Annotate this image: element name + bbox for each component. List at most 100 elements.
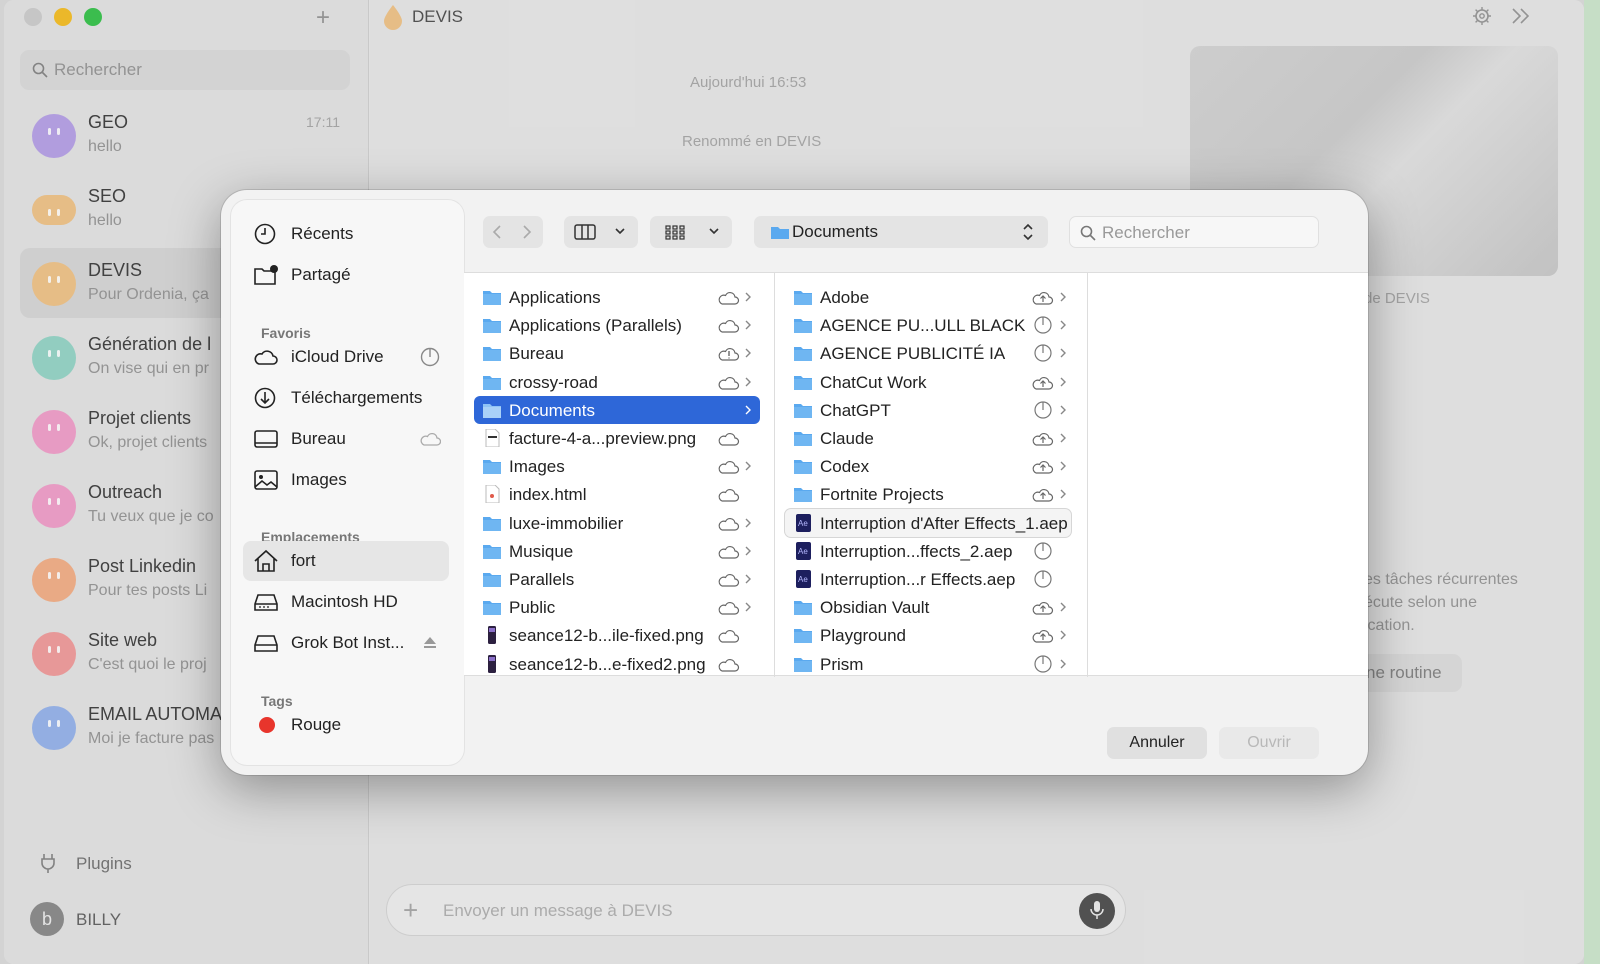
dialog-search-placeholder: Rechercher <box>1102 223 1190 242</box>
folder-row[interactable]: Playground <box>785 621 1071 649</box>
forward-chevron-icon[interactable] <box>521 224 533 240</box>
file-name: Public <box>509 598 556 618</box>
folder-row[interactable]: Parallels <box>474 565 760 593</box>
sidebar-item-icloud[interactable]: iCloud Drive <box>243 337 449 377</box>
folder-icon <box>483 319 501 334</box>
download-icon <box>254 387 276 409</box>
folder-row[interactable]: Applications <box>474 283 760 311</box>
chevron-right-icon <box>745 461 751 471</box>
sidebar-item-label: Macintosh HD <box>291 592 398 611</box>
folder-icon <box>771 227 789 239</box>
file-name: crossy-road <box>509 372 598 392</box>
folder-row[interactable]: Images <box>474 452 760 480</box>
dialog-sidebar: Récents Partagé Favoris iCloud Drive Tél… <box>231 200 464 765</box>
sidebar-item-volume[interactable]: Grok Bot Inst... <box>243 623 449 663</box>
chevron-right-icon <box>1060 320 1066 330</box>
folder-row[interactable]: AGENCE PUBLICITÉ IA <box>785 339 1071 367</box>
folder-row[interactable]: Claude <box>785 424 1071 452</box>
sidebar-item-downloads[interactable]: Téléchargements <box>243 378 449 418</box>
folder-row[interactable]: crossy-road <box>474 368 760 396</box>
sidebar-item-images[interactable]: Images <box>243 460 449 500</box>
file-name: AGENCE PU...ULL BLACK <box>820 316 1026 336</box>
chevron-right-icon <box>745 292 751 302</box>
sidebar-item-disk[interactable]: Macintosh HD <box>243 582 449 622</box>
file-browser: Applications Applications (Parallels) Bure… <box>464 272 1368 678</box>
file-name: Documents <box>509 400 595 420</box>
folder-icon <box>794 460 812 475</box>
file-name: Codex <box>820 457 870 477</box>
folder-icon <box>794 403 812 418</box>
folder-row[interactable]: Adobe <box>785 283 1071 311</box>
chevron-right-icon <box>745 602 751 612</box>
open-button[interactable]: Ouvrir <box>1219 727 1319 759</box>
sidebar-item-recents[interactable]: Récents <box>243 214 449 254</box>
folder-icon <box>794 291 812 305</box>
file-row[interactable]: seance12-b...e-fixed2.png <box>474 650 760 678</box>
png-file-icon <box>488 626 496 645</box>
file-name: Parallels <box>509 570 575 589</box>
cloud-alert-icon <box>718 348 740 361</box>
cancel-button[interactable]: Annuler <box>1107 727 1207 759</box>
chevron-right-icon <box>745 348 751 358</box>
sidebar-item-shared[interactable]: Partagé <box>243 255 449 295</box>
cloud-icon <box>718 461 740 474</box>
html-file-icon <box>485 485 500 504</box>
folder-icon <box>483 516 501 531</box>
file-row[interactable]: index.html <box>474 480 760 508</box>
eject-icon[interactable] <box>419 633 441 653</box>
cloud-upload-icon <box>1032 461 1054 474</box>
view-mode-button[interactable] <box>564 216 638 248</box>
cloud-icon <box>718 574 740 587</box>
file-name: seance12-b...e-fixed2.png <box>509 654 706 674</box>
folder-row[interactable]: ChatCut Work <box>785 368 1071 396</box>
cloud-upload-icon <box>1032 376 1054 390</box>
sync-progress-icon <box>1034 316 1052 334</box>
folder-row[interactable]: Fortnite Projects <box>785 480 1071 508</box>
sidebar-item-tag-red[interactable]: Rouge <box>243 705 449 745</box>
file-row[interactable]: Ae Interruption...r Effects.aep <box>785 565 1071 593</box>
folder-row[interactable]: Applications (Parallels) <box>474 311 760 339</box>
file-row[interactable]: Ae Interruption...ffects_2.aep <box>785 537 1071 565</box>
sidebar-item-label: Récents <box>291 224 354 243</box>
sidebar-item-label: Images <box>291 470 347 489</box>
file-row[interactable]: facture-4-a...preview.png <box>474 424 760 452</box>
sync-progress-icon <box>1034 401 1052 419</box>
location-popup[interactable]: Documents <box>754 216 1048 248</box>
chevron-right-icon <box>745 405 751 415</box>
file-name: Applications (Parallels) <box>509 316 682 336</box>
home-icon <box>254 549 278 572</box>
folder-row[interactable]: Documents <box>474 395 760 424</box>
chevron-right-icon <box>1060 630 1066 640</box>
folder-icon <box>483 291 501 305</box>
folder-row[interactable]: Public <box>474 593 760 621</box>
chevron-right-icon <box>1060 348 1066 358</box>
cloud-icon <box>718 658 740 672</box>
folder-row[interactable]: AGENCE PU...ULL BLACK <box>785 311 1071 339</box>
folder-row[interactable]: Musique <box>474 537 760 565</box>
dialog-search-field[interactable]: Rechercher <box>1069 216 1319 248</box>
file-name: Obsidian Vault <box>820 598 930 618</box>
folder-icon <box>794 629 812 644</box>
file-row[interactable]: Ae Interruption d'After Effects_1.aep <box>785 508 1071 537</box>
folder-row[interactable]: ChatGPT <box>785 396 1071 424</box>
back-chevron-icon[interactable] <box>491 224 503 240</box>
folder-row[interactable]: Prism <box>785 650 1071 678</box>
sidebar-item-label: fort <box>291 551 316 570</box>
sidebar-item-desktop[interactable]: Bureau <box>243 419 449 459</box>
group-button[interactable] <box>650 216 732 248</box>
folder-row[interactable]: luxe-immobilier <box>474 509 760 537</box>
cloud-icon <box>718 433 740 446</box>
chevron-right-icon <box>1060 489 1066 499</box>
folder-icon <box>483 347 501 362</box>
chevron-right-icon <box>1060 461 1066 471</box>
file-row[interactable]: seance12-b...ile-fixed.png <box>474 621 760 649</box>
sidebar-item-home[interactable]: fort <box>243 541 449 581</box>
column-documents: Adobe AGENCE PU...ULL BLACK AGENCE PUBLICI… <box>775 273 1087 677</box>
sidebar-item-label: Téléchargements <box>291 388 423 407</box>
folder-row[interactable]: Obsidian Vault <box>785 593 1071 621</box>
folder-row[interactable]: Codex <box>785 452 1071 480</box>
cloud-upload-icon <box>1032 292 1054 305</box>
cloud-icon <box>718 320 740 333</box>
folder-row[interactable]: Bureau <box>474 339 760 367</box>
file-name: Applications <box>509 288 601 307</box>
